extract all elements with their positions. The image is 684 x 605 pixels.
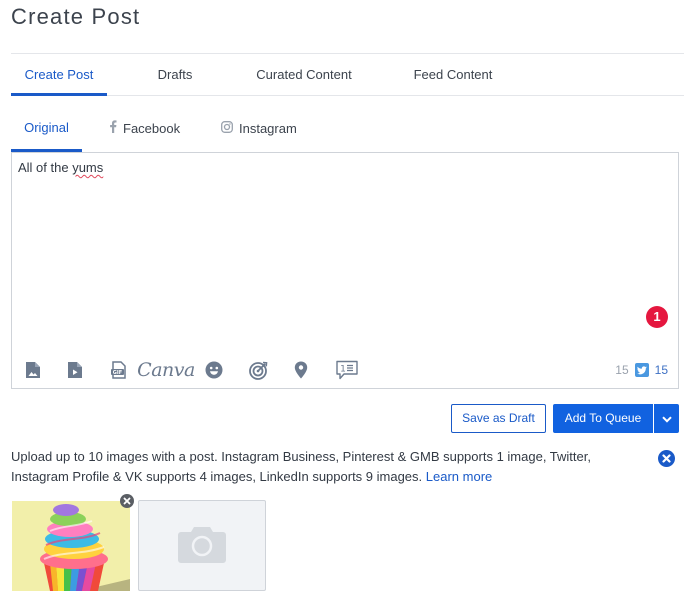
post-text-plain: All of the bbox=[18, 160, 73, 175]
camera-icon bbox=[178, 523, 226, 568]
video-upload-button[interactable] bbox=[66, 358, 84, 382]
chevron-down-icon bbox=[661, 410, 672, 428]
location-button[interactable] bbox=[292, 358, 310, 382]
tab-create-post[interactable]: Create Post bbox=[11, 54, 107, 96]
tab-label: Instagram bbox=[239, 121, 297, 136]
tab-facebook[interactable]: Facebook bbox=[109, 110, 180, 152]
add-to-queue-button[interactable]: Add To Queue bbox=[553, 404, 653, 433]
add-image-slot[interactable] bbox=[138, 500, 266, 591]
svg-text:GIF: GIF bbox=[112, 370, 121, 376]
first-comment-icon: 1 bbox=[335, 360, 359, 380]
dismiss-info-button[interactable] bbox=[658, 450, 675, 467]
twitter-character-count: 15 bbox=[654, 363, 668, 377]
editor-toolbar: GIF Canva 1 bbox=[12, 356, 678, 384]
gif-file-icon: GIF bbox=[110, 361, 127, 379]
page-title: Create Post bbox=[11, 4, 141, 29]
queue-options-dropdown[interactable] bbox=[654, 404, 679, 433]
upload-info-text: Upload up to 10 images with a post. Inst… bbox=[11, 447, 651, 487]
cupcake-image bbox=[12, 501, 130, 591]
image-file-icon bbox=[25, 361, 41, 379]
character-count: 15 bbox=[615, 363, 629, 377]
tab-drafts[interactable]: Drafts bbox=[141, 54, 209, 96]
post-text[interactable]: All of the yums bbox=[18, 160, 103, 175]
network-tabs: Original Facebook Instagram bbox=[11, 110, 684, 152]
svg-text:1: 1 bbox=[340, 365, 346, 375]
target-icon bbox=[248, 361, 268, 380]
emoji-button[interactable] bbox=[204, 358, 224, 382]
location-pin-icon bbox=[294, 361, 308, 379]
save-as-draft-button[interactable]: Save as Draft bbox=[451, 404, 546, 433]
first-comment-button[interactable]: 1 bbox=[334, 358, 360, 382]
targeting-button[interactable] bbox=[248, 358, 268, 382]
canva-icon: Canva bbox=[137, 359, 195, 381]
tab-curated-content[interactable]: Curated Content bbox=[249, 54, 359, 96]
close-icon bbox=[123, 492, 131, 510]
instagram-icon bbox=[221, 110, 233, 148]
main-tabs: Create Post Drafts Curated Content Feed … bbox=[11, 54, 684, 96]
tab-original[interactable]: Original bbox=[11, 110, 82, 152]
image-thumbnail[interactable] bbox=[12, 501, 130, 591]
tab-feed-content[interactable]: Feed Content bbox=[403, 54, 503, 96]
facebook-icon bbox=[109, 110, 117, 148]
canva-button[interactable]: Canva bbox=[137, 358, 195, 382]
learn-more-link[interactable]: Learn more bbox=[426, 469, 492, 484]
video-file-icon bbox=[67, 361, 83, 379]
tab-label: Original bbox=[24, 119, 69, 135]
remove-image-button[interactable] bbox=[120, 494, 134, 508]
image-upload-button[interactable] bbox=[24, 358, 42, 382]
emoji-icon bbox=[205, 361, 223, 379]
gif-upload-button[interactable]: GIF bbox=[108, 358, 128, 382]
character-counters: 15 15 bbox=[615, 363, 668, 377]
close-icon bbox=[662, 450, 671, 468]
notification-badge[interactable]: 1 bbox=[646, 306, 668, 328]
tab-instagram[interactable]: Instagram bbox=[221, 110, 297, 152]
post-editor[interactable]: All of the yums 1 GIF Canva 1 15 15 bbox=[11, 152, 679, 389]
upload-info-message: Upload up to 10 images with a post. Inst… bbox=[11, 449, 591, 484]
tab-label: Facebook bbox=[123, 121, 181, 136]
twitter-icon bbox=[634, 363, 649, 377]
misspelled-word: yums bbox=[72, 160, 104, 175]
